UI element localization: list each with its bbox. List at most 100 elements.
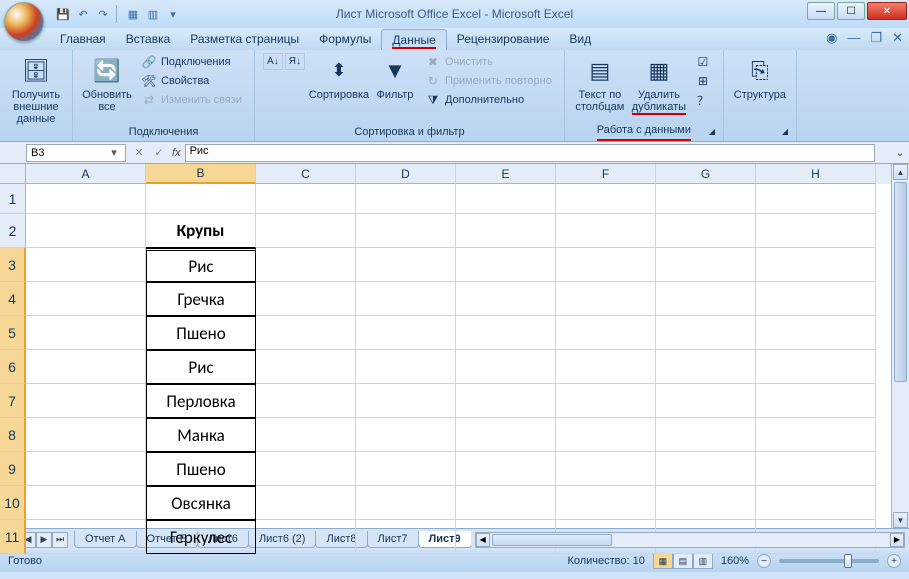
row-header-5[interactable]: 5 — [0, 316, 26, 350]
vscroll-thumb[interactable] — [894, 182, 907, 382]
cell-G8[interactable] — [656, 418, 756, 452]
advanced-filter-button[interactable]: ⧩Дополнительно — [421, 91, 556, 109]
zoom-in-button[interactable]: + — [887, 554, 901, 568]
cell-C4[interactable] — [256, 282, 356, 316]
cell-A8[interactable] — [26, 418, 146, 452]
cell-C7[interactable] — [256, 384, 356, 418]
cell-A9[interactable] — [26, 452, 146, 486]
zoom-thumb[interactable] — [844, 554, 852, 568]
doc-close-icon[interactable]: ✕ — [892, 30, 903, 46]
view-layout-button[interactable]: ▤ — [673, 553, 693, 569]
cell-G4[interactable] — [656, 282, 756, 316]
col-header-A[interactable]: A — [26, 164, 146, 184]
outline-button[interactable]: ⎘ Структура — [732, 53, 788, 103]
cell-E5[interactable] — [456, 316, 556, 350]
zoom-out-button[interactable]: − — [757, 554, 771, 568]
cell-C5[interactable] — [256, 316, 356, 350]
cells-area[interactable]: КрупыРисГречкаПшеноРисПерловкаМанкаПшено… — [26, 184, 891, 528]
fx-icon[interactable]: fx — [172, 147, 181, 159]
cell-B5[interactable]: Пшено — [146, 316, 256, 350]
remove-duplicates-button[interactable]: ▦ Удалить дубликаты — [631, 53, 687, 117]
col-header-H[interactable]: H — [756, 164, 876, 184]
cell-A4[interactable] — [26, 282, 146, 316]
row-header-7[interactable]: 7 — [0, 384, 26, 418]
row-header-8[interactable]: 8 — [0, 418, 26, 452]
tab-Вставка[interactable]: Вставка — [116, 29, 181, 50]
row-header-6[interactable]: 6 — [0, 350, 26, 384]
cell-F3[interactable] — [556, 248, 656, 282]
sort-asc-button[interactable]: A↓ — [263, 53, 283, 70]
doc-minimize-icon[interactable]: — — [847, 30, 860, 46]
row-header-1[interactable]: 1 — [0, 184, 26, 214]
cell-H6[interactable] — [756, 350, 876, 384]
cell-H4[interactable] — [756, 282, 876, 316]
cell-B6[interactable]: Рис — [146, 350, 256, 384]
cell-A6[interactable] — [26, 350, 146, 384]
cell-B8[interactable]: Манка — [146, 418, 256, 452]
cell-C9[interactable] — [256, 452, 356, 486]
col-header-F[interactable]: F — [556, 164, 656, 184]
row-header-2[interactable]: 2 — [0, 214, 26, 248]
cell-D4[interactable] — [356, 282, 456, 316]
data-validation-button[interactable]: ☑ — [691, 53, 715, 71]
consolidate-button[interactable]: ⊞ — [691, 72, 715, 90]
outline-launcher-icon[interactable]: ◢ — [782, 127, 794, 139]
cell-D3[interactable] — [356, 248, 456, 282]
col-header-G[interactable]: G — [656, 164, 756, 184]
cell-F4[interactable] — [556, 282, 656, 316]
cell-H5[interactable] — [756, 316, 876, 350]
cell-H3[interactable] — [756, 248, 876, 282]
cell-F10[interactable] — [556, 486, 656, 520]
cell-C3[interactable] — [256, 248, 356, 282]
cell-F2[interactable] — [556, 214, 656, 248]
cell-A5[interactable] — [26, 316, 146, 350]
office-button[interactable] — [4, 2, 44, 42]
row-header-10[interactable]: 10 — [0, 486, 26, 520]
horizontal-scrollbar[interactable]: ◀ ▶ — [475, 532, 905, 548]
cell-C10[interactable] — [256, 486, 356, 520]
cell-A7[interactable] — [26, 384, 146, 418]
tab-Вид[interactable]: Вид — [559, 29, 601, 50]
name-box-dropdown-icon[interactable]: ▾ — [107, 146, 121, 159]
cell-H8[interactable] — [756, 418, 876, 452]
enter-edit-icon[interactable]: ✓ — [150, 144, 168, 162]
name-box[interactable]: B3 ▾ — [26, 144, 126, 162]
cell-H10[interactable] — [756, 486, 876, 520]
cell-H1[interactable] — [756, 184, 876, 214]
zoom-slider[interactable] — [779, 559, 879, 563]
cell-B1[interactable] — [146, 184, 256, 214]
cell-E3[interactable] — [456, 248, 556, 282]
tab-Формулы[interactable]: Формулы — [309, 29, 381, 50]
col-header-E[interactable]: E — [456, 164, 556, 184]
cell-F1[interactable] — [556, 184, 656, 214]
hscroll-thumb[interactable] — [492, 534, 612, 546]
cell-G9[interactable] — [656, 452, 756, 486]
help-icon[interactable]: ◉ — [826, 30, 837, 46]
maximize-button[interactable]: ☐ — [837, 2, 865, 20]
minimize-button[interactable]: — — [807, 2, 835, 20]
get-external-data-button[interactable]: 🗄 Получить внешние данные — [8, 53, 64, 127]
qat-customize-icon[interactable]: ▾ — [164, 5, 182, 23]
cell-D5[interactable] — [356, 316, 456, 350]
formula-expand-icon[interactable]: ⌄ — [893, 146, 907, 159]
filter-button[interactable]: ▼ Фильтр — [373, 53, 417, 103]
tab-Данные[interactable]: Данные — [381, 29, 446, 50]
text-to-columns-button[interactable]: ▤ Текст по столбцам — [573, 53, 627, 115]
cell-F8[interactable] — [556, 418, 656, 452]
cell-E10[interactable] — [456, 486, 556, 520]
row-header-11[interactable]: 11 — [0, 520, 26, 554]
cell-B2[interactable]: Крупы — [146, 214, 256, 248]
doc-restore-icon[interactable]: ❐ — [870, 30, 882, 46]
cell-B10[interactable]: Овсянка — [146, 486, 256, 520]
cell-B4[interactable]: Гречка — [146, 282, 256, 316]
vertical-scrollbar[interactable]: ▲ ▼ — [891, 164, 909, 528]
scroll-up-icon[interactable]: ▲ — [893, 164, 908, 180]
col-header-C[interactable]: C — [256, 164, 356, 184]
tab-Рецензирование[interactable]: Рецензирование — [447, 29, 560, 50]
cell-E7[interactable] — [456, 384, 556, 418]
cell-D2[interactable] — [356, 214, 456, 248]
connections-button[interactable]: 🔗Подключения — [137, 53, 246, 71]
cell-F6[interactable] — [556, 350, 656, 384]
formula-input[interactable]: Рис — [185, 144, 875, 162]
cell-C8[interactable] — [256, 418, 356, 452]
